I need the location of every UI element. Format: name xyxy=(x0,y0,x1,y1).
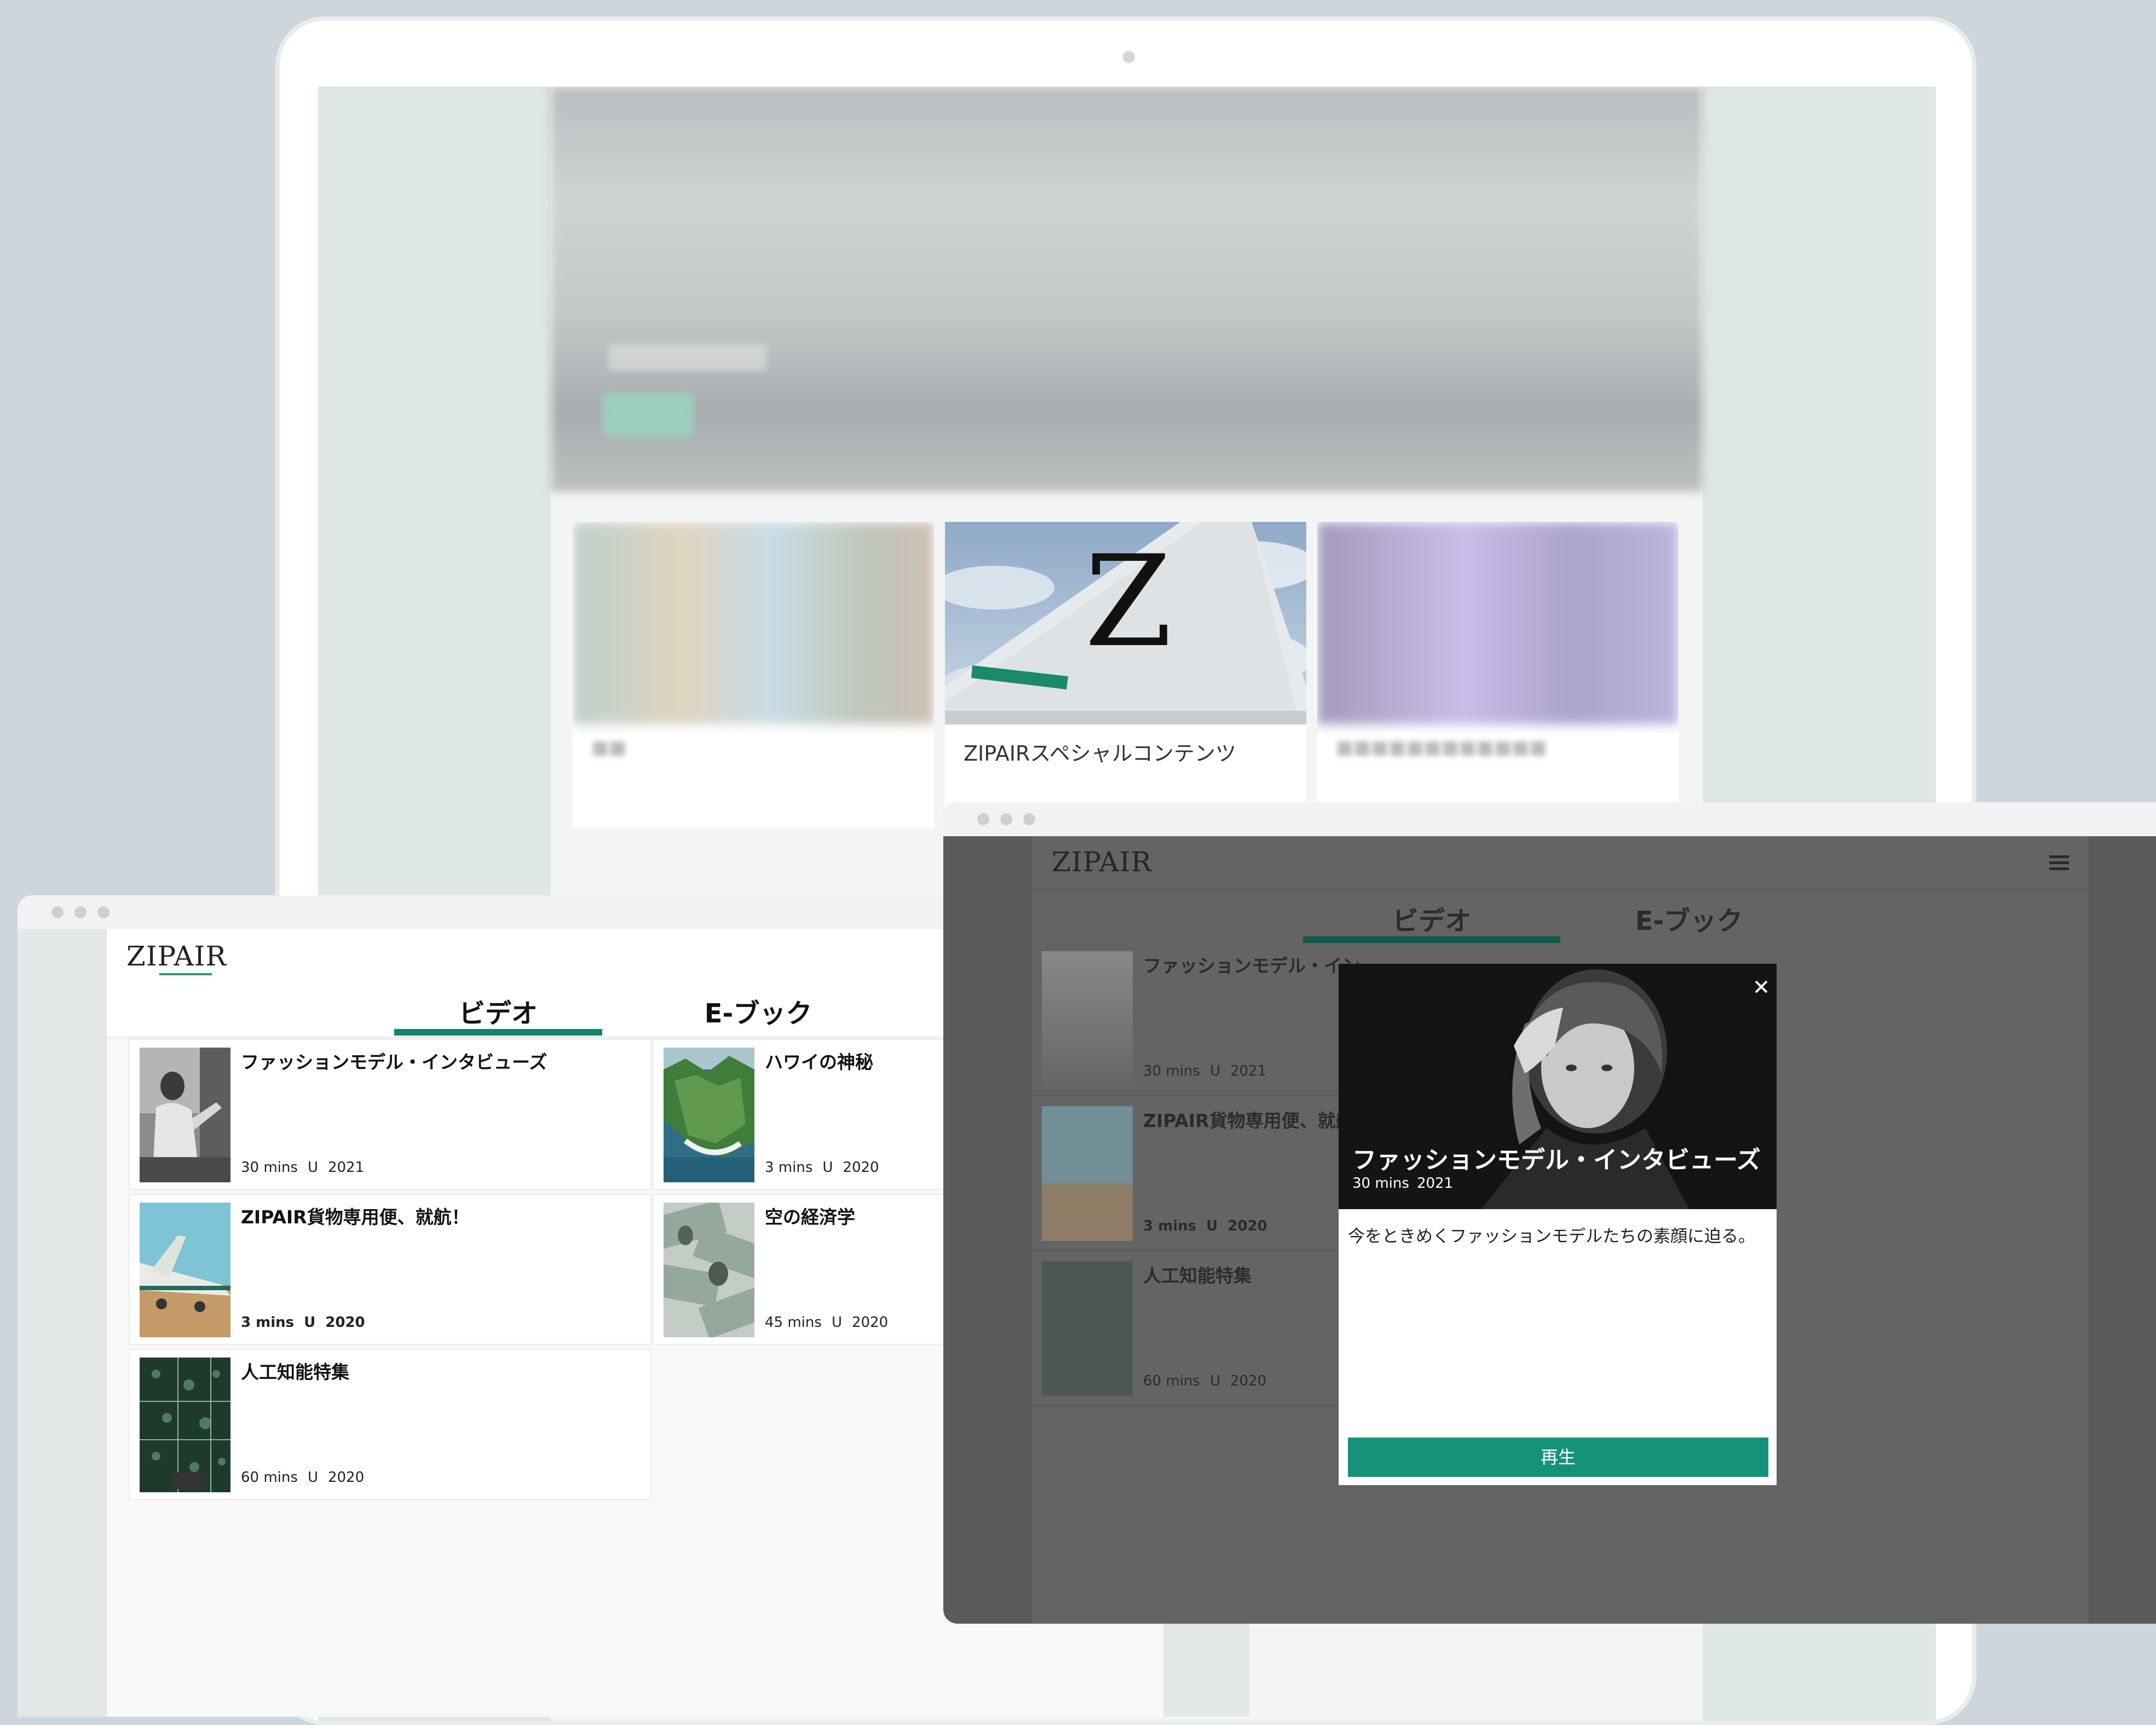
video-thumbnail-fashion xyxy=(1042,951,1133,1086)
featured-content-card[interactable]: Z ZIPAIRスペシャルコンテンツ xyxy=(945,522,1306,829)
card-caption-blurred: ■■■■■■■■■■■■ xyxy=(1336,737,1547,758)
close-icon[interactable] xyxy=(1750,976,1772,998)
video-meta: 60 mins U 2020 xyxy=(1143,1373,1267,1389)
header-divider xyxy=(1032,889,2089,890)
window-dot[interactable] xyxy=(97,906,109,918)
video-title: ハワイの神秘 xyxy=(765,1051,873,1073)
zipair-logo[interactable]: ZIPAIR xyxy=(1052,846,1152,878)
tab-video[interactable]: ビデオ xyxy=(1303,899,1560,938)
content-card-blurred[interactable]: ■■ xyxy=(573,522,934,829)
video-title: 人工知能特集 xyxy=(1143,1265,1252,1286)
modal-title: ファッションモデル・インタビューズ xyxy=(1352,1146,1761,1174)
video-thumbnail-cargo-plane xyxy=(140,1203,230,1337)
tab-video[interactable]: ビデオ xyxy=(394,992,602,1030)
menu-icon-line xyxy=(2049,861,2069,864)
window-dot[interactable] xyxy=(74,906,87,918)
content-card-blurred[interactable]: ■■■■■■■■■■■■ xyxy=(1317,522,1679,829)
logo-underline xyxy=(159,973,212,975)
video-meta: 3 mins U 2020 xyxy=(1143,1218,1267,1234)
card-thumbnail xyxy=(1317,522,1679,725)
video-thumbnail-circuit xyxy=(1042,1261,1133,1396)
featured-card-caption: ZIPAIRスペシャルコンテンツ xyxy=(964,741,1236,766)
hero-title-blurred xyxy=(608,344,767,371)
card-caption-blurred: ■■ xyxy=(591,737,627,758)
hero-button-blurred[interactable] xyxy=(603,393,693,437)
video-thumbnail-money xyxy=(664,1203,754,1337)
video-thumbnail-fashion xyxy=(140,1048,230,1182)
camera-dot xyxy=(1123,51,1135,63)
video-card[interactable]: ファッションモデル・インタビューズ 30 mins U 2021 xyxy=(129,1039,652,1190)
menu-icon-line xyxy=(2049,867,2069,870)
card-thumbnail xyxy=(573,522,934,725)
video-detail-modal: ファッションモデル・インタビューズ 30 mins 2021 今をときめくファッシ… xyxy=(1339,964,1777,1485)
video-title: ZIPAIR貨物専用便、就航 xyxy=(1143,1110,1354,1131)
video-meta: 3 mins U 2020 xyxy=(765,1159,879,1176)
menu-icon[interactable] xyxy=(2049,855,2069,858)
active-tab-indicator xyxy=(394,1029,602,1036)
video-meta: 45 mins U 2020 xyxy=(765,1314,889,1331)
video-meta: 30 mins U 2021 xyxy=(241,1159,365,1176)
modal-meta: 30 mins 2021 xyxy=(1352,1175,1454,1192)
svg-text:Z: Z xyxy=(1085,529,1172,675)
window-titlebar xyxy=(943,802,2156,836)
video-title: 空の経済学 xyxy=(765,1206,855,1228)
modal-description: 今をときめくファッションモデルたちの素顔に迫る。 xyxy=(1348,1227,1755,1246)
video-title: 人工知能特集 xyxy=(241,1361,349,1383)
video-meta: 3 mins U 2020 xyxy=(241,1314,365,1331)
window-dot[interactable] xyxy=(977,813,989,825)
video-card[interactable]: ZIPAIR貨物専用便、就航！ 3 mins U 2020 xyxy=(129,1194,652,1345)
video-thumbnail-cargo-plane xyxy=(1042,1106,1133,1241)
video-meta: 60 mins U 2020 xyxy=(241,1469,365,1486)
video-meta: 30 mins U 2021 xyxy=(1143,1063,1267,1079)
play-button[interactable]: 再生 xyxy=(1348,1438,1768,1477)
video-title: ファッションモデル・イン xyxy=(1143,955,1360,976)
video-title: ZIPAIR貨物専用便、就航！ xyxy=(241,1206,470,1228)
window-dot[interactable] xyxy=(1000,813,1012,825)
window-dot[interactable] xyxy=(1023,813,1035,825)
hero-banner-image xyxy=(551,87,1703,492)
video-thumbnail-hawaii xyxy=(664,1048,754,1182)
video-thumbnail-circuit xyxy=(140,1358,230,1492)
tab-ebook[interactable]: E-ブック xyxy=(1560,899,1818,938)
tab-ebook[interactable]: E-ブック xyxy=(654,992,862,1030)
video-card[interactable]: 人工知能特集 60 mins U 2020 xyxy=(129,1349,652,1500)
window-dot[interactable] xyxy=(51,906,64,918)
video-title: ファッションモデル・インタビューズ xyxy=(241,1051,547,1073)
active-tab-indicator xyxy=(1303,936,1560,943)
tail-fin-image: Z xyxy=(945,522,1306,725)
zipair-logo[interactable]: ZIPAIR xyxy=(126,940,227,972)
